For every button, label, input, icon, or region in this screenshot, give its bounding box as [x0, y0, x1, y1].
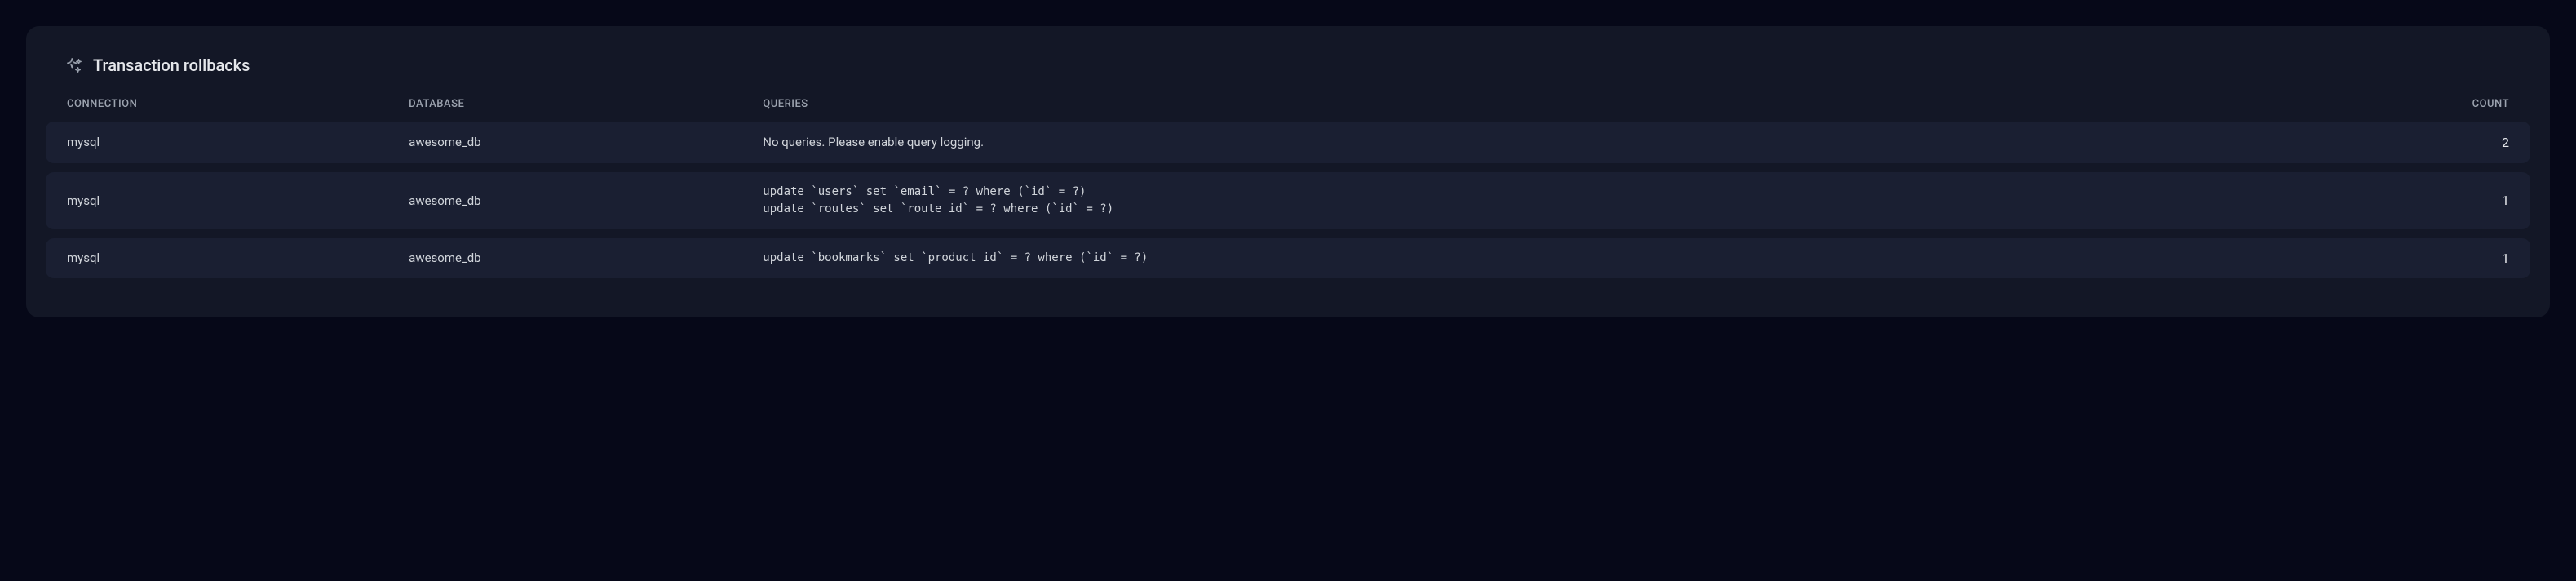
cell-count: 2: [2444, 135, 2509, 150]
table-row[interactable]: mysqlawesome_dbupdate `bookmarks` set `p…: [46, 238, 2530, 278]
cell-connection: mysql: [67, 193, 409, 208]
cell-queries: update `users` set `email` = ? where (`i…: [763, 184, 2444, 218]
cell-connection: mysql: [67, 135, 409, 149]
table-header: CONNECTION DATABASE QUERIES COUNT: [46, 98, 2530, 122]
cell-database: awesome_db: [409, 251, 763, 265]
rollbacks-table: CONNECTION DATABASE QUERIES COUNT mysqla…: [46, 98, 2530, 278]
card-title: Transaction rollbacks: [93, 55, 250, 75]
column-header-queries: QUERIES: [763, 98, 2444, 110]
cell-count: 1: [2444, 251, 2509, 266]
table-row[interactable]: mysqlawesome_dbNo queries. Please enable…: [46, 122, 2530, 163]
cell-queries: No queries. Please enable query logging.: [763, 133, 2444, 152]
column-header-connection: CONNECTION: [67, 98, 409, 110]
table-body: mysqlawesome_dbNo queries. Please enable…: [46, 122, 2530, 278]
cell-database: awesome_db: [409, 193, 763, 208]
cell-database: awesome_db: [409, 135, 763, 149]
sparkle-icon: [65, 56, 83, 74]
column-header-database: DATABASE: [409, 98, 763, 110]
cell-count: 1: [2444, 193, 2509, 208]
cell-queries: update `bookmarks` set `product_id` = ? …: [763, 250, 2444, 267]
transaction-rollbacks-card: Transaction rollbacks CONNECTION DATABAS…: [26, 26, 2550, 317]
table-row[interactable]: mysqlawesome_dbupdate `users` set `email…: [46, 172, 2530, 229]
column-header-count: COUNT: [2444, 98, 2509, 110]
cell-connection: mysql: [67, 251, 409, 265]
card-header: Transaction rollbacks: [46, 55, 2530, 75]
